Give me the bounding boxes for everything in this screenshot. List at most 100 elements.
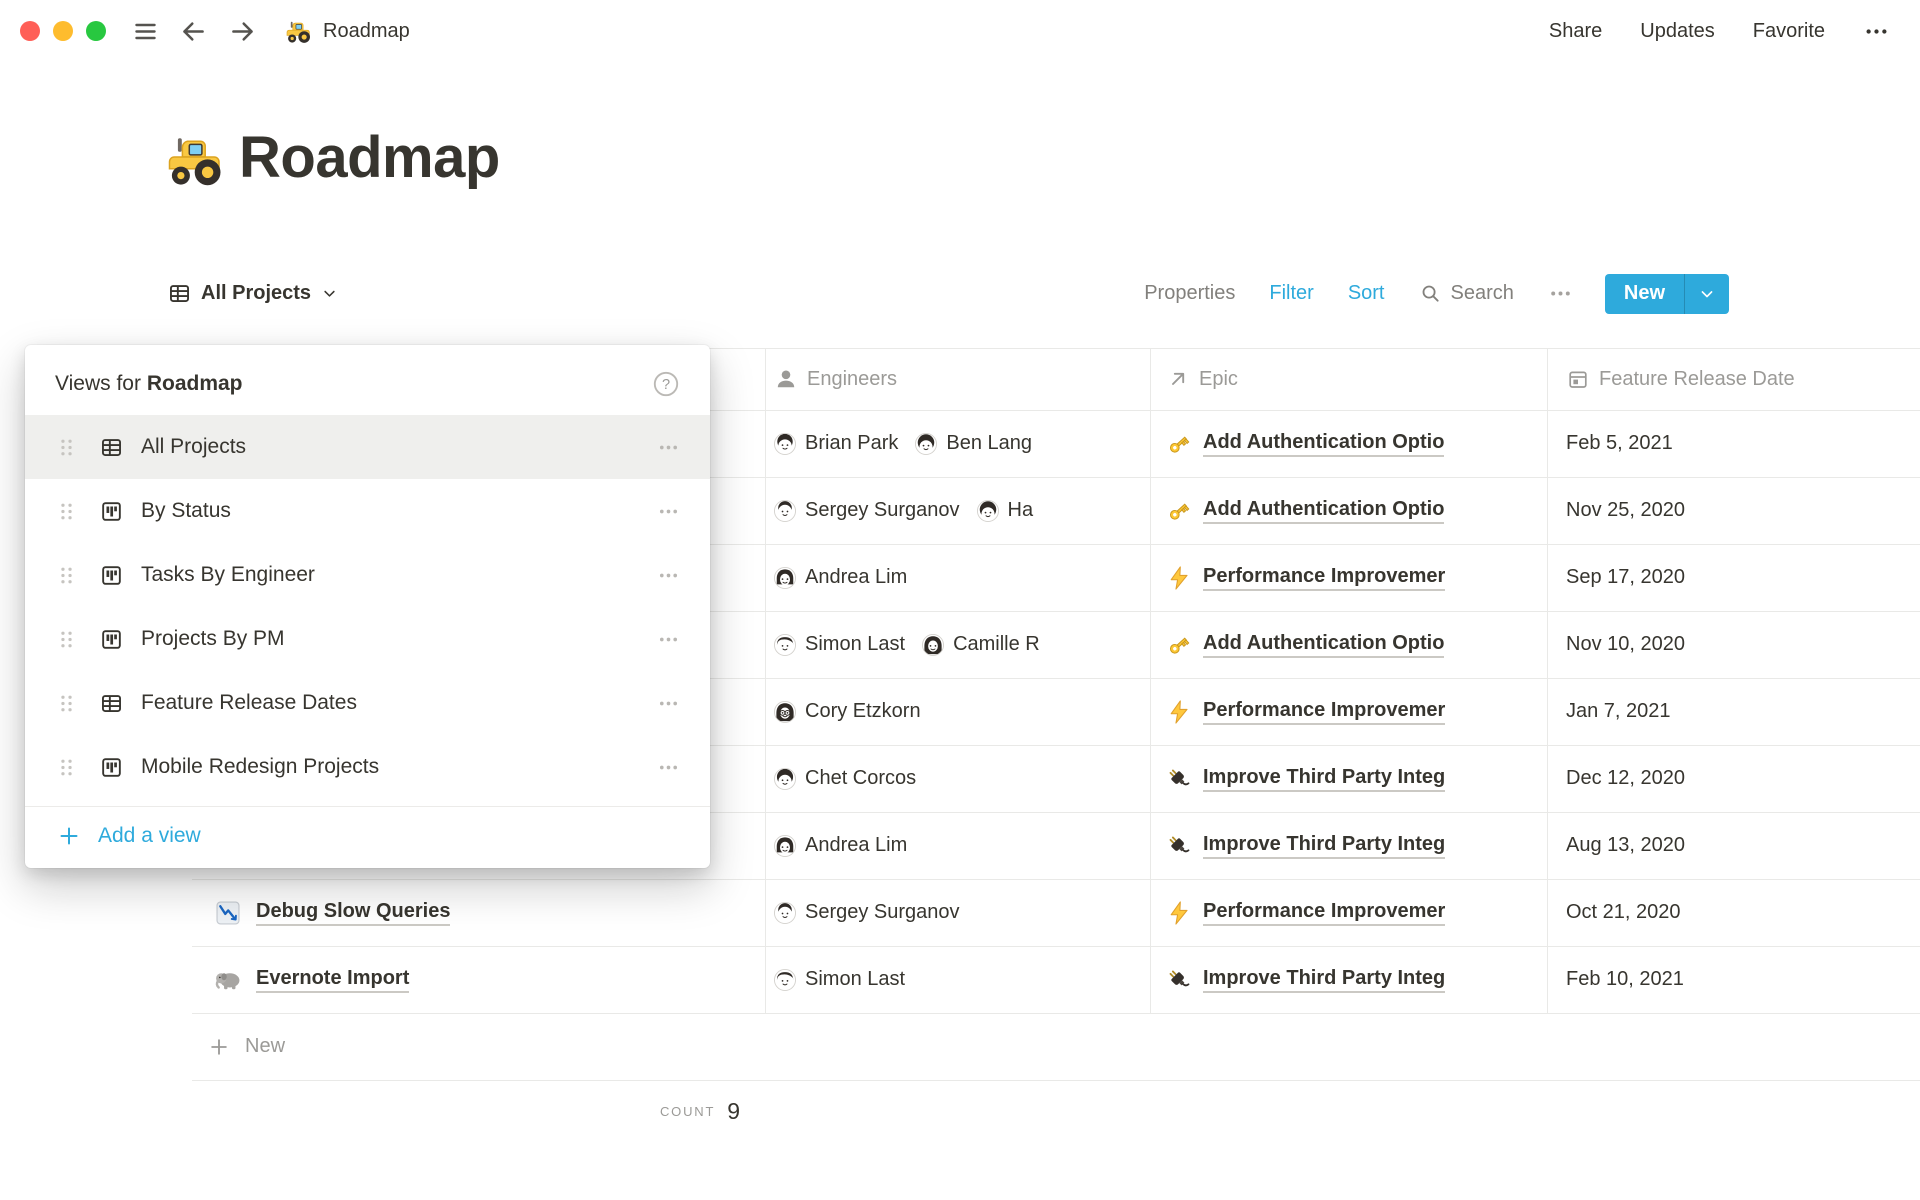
engineers-cell[interactable]: Sergey Surganov bbox=[766, 880, 1151, 946]
epic-link[interactable]: Add Authentication Optio bbox=[1203, 498, 1444, 524]
epic-cell[interactable]: Performance Improvemer bbox=[1151, 545, 1548, 611]
forward-arrow-icon[interactable] bbox=[228, 17, 257, 46]
epic-cell[interactable]: Performance Improvemer bbox=[1151, 679, 1548, 745]
engineer-chip[interactable]: Ben Lang bbox=[915, 432, 1032, 455]
view-item-more-icon[interactable] bbox=[657, 628, 680, 651]
more-options-icon[interactable] bbox=[1863, 18, 1890, 45]
epic-link[interactable]: Performance Improvemer bbox=[1203, 565, 1445, 591]
view-item-more-icon[interactable] bbox=[657, 436, 680, 459]
view-item-projects-by-pm[interactable]: Projects By PM bbox=[25, 607, 710, 671]
epic-cell[interactable]: Improve Third Party Integ bbox=[1151, 947, 1548, 1013]
project-link[interactable]: Evernote Import bbox=[256, 967, 409, 993]
share-button[interactable]: Share bbox=[1549, 20, 1602, 43]
view-switcher[interactable]: All Projects bbox=[167, 281, 339, 306]
date-cell[interactable]: Dec 12, 2020 bbox=[1548, 746, 1920, 812]
epic-link[interactable]: Improve Third Party Integ bbox=[1203, 967, 1445, 993]
engineers-cell[interactable]: Chet Corcos bbox=[766, 746, 1151, 812]
view-item-mobile-redesign-projects[interactable]: Mobile Redesign Projects bbox=[25, 735, 710, 799]
search-button[interactable]: Search bbox=[1419, 282, 1514, 305]
views-list: All ProjectsBy StatusTasks By EngineerPr… bbox=[25, 415, 710, 799]
view-item-more-icon[interactable] bbox=[657, 500, 680, 523]
engineer-chip[interactable]: Camille R bbox=[922, 633, 1040, 656]
epic-link[interactable]: Add Authentication Optio bbox=[1203, 431, 1444, 457]
engineers-cell[interactable]: Brian Park Ben Lang bbox=[766, 411, 1151, 477]
drag-handle-icon[interactable] bbox=[55, 628, 78, 651]
properties-button[interactable]: Properties bbox=[1144, 282, 1235, 305]
epic-link[interactable]: Improve Third Party Integ bbox=[1203, 833, 1445, 859]
engineer-chip[interactable]: Simon Last bbox=[774, 968, 905, 991]
engineers-cell[interactable]: Cory Etzkorn bbox=[766, 679, 1151, 745]
hamburger-menu-icon[interactable] bbox=[132, 18, 159, 45]
view-item-more-icon[interactable] bbox=[657, 564, 680, 587]
view-item-feature-release-dates[interactable]: Feature Release Dates bbox=[25, 671, 710, 735]
page-title[interactable]: Roadmap bbox=[239, 126, 500, 190]
new-row-button[interactable]: New bbox=[192, 1014, 1920, 1081]
date-cell[interactable]: Jan 7, 2021 bbox=[1548, 679, 1920, 745]
filter-button[interactable]: Filter bbox=[1269, 282, 1313, 305]
drag-handle-icon[interactable] bbox=[55, 500, 78, 523]
epic-link[interactable]: Improve Third Party Integ bbox=[1203, 766, 1445, 792]
project-cell[interactable]: Evernote Import bbox=[192, 947, 766, 1013]
engineers-cell[interactable]: Andrea Lim bbox=[766, 545, 1151, 611]
engineers-cell[interactable]: Simon Last Camille R bbox=[766, 612, 1151, 678]
close-window-button[interactable] bbox=[20, 21, 40, 41]
sort-button[interactable]: Sort bbox=[1348, 282, 1385, 305]
date-cell[interactable]: Oct 21, 2020 bbox=[1548, 880, 1920, 946]
add-view-button[interactable]: Add a view bbox=[25, 806, 710, 864]
view-item-tasks-by-engineer[interactable]: Tasks By Engineer bbox=[25, 543, 710, 607]
new-button[interactable]: New bbox=[1605, 274, 1729, 314]
view-item-all-projects[interactable]: All Projects bbox=[25, 415, 710, 479]
question-circle-icon[interactable]: ? bbox=[652, 370, 680, 398]
zoom-window-button[interactable] bbox=[86, 21, 106, 41]
project-link[interactable]: Debug Slow Queries bbox=[256, 900, 450, 926]
project-cell[interactable]: Debug Slow Queries bbox=[192, 880, 766, 946]
date-cell[interactable]: Feb 5, 2021 bbox=[1548, 411, 1920, 477]
column-header-date[interactable]: Feature Release Date bbox=[1548, 349, 1920, 410]
view-item-more-icon[interactable] bbox=[657, 692, 680, 715]
favorite-button[interactable]: Favorite bbox=[1753, 20, 1825, 43]
drag-handle-icon[interactable] bbox=[55, 436, 78, 459]
column-header-engineers[interactable]: Engineers bbox=[766, 349, 1151, 410]
engineer-chip[interactable]: Ha bbox=[977, 499, 1034, 522]
epic-cell[interactable]: Add Authentication Optio bbox=[1151, 478, 1548, 544]
view-item-by-status[interactable]: By Status bbox=[25, 479, 710, 543]
engineer-chip[interactable]: Sergey Surganov bbox=[774, 499, 960, 522]
date-cell[interactable]: Sep 17, 2020 bbox=[1548, 545, 1920, 611]
plus-icon bbox=[57, 824, 81, 848]
epic-link[interactable]: Add Authentication Optio bbox=[1203, 632, 1444, 658]
drag-handle-icon[interactable] bbox=[55, 756, 78, 779]
date-cell[interactable]: Aug 13, 2020 bbox=[1548, 813, 1920, 879]
drag-handle-icon[interactable] bbox=[55, 564, 78, 587]
engineer-chip[interactable]: Simon Last bbox=[774, 633, 905, 656]
toolbar-more-icon[interactable] bbox=[1548, 281, 1573, 306]
minimize-window-button[interactable] bbox=[53, 21, 73, 41]
engineers-cell[interactable]: Simon Last bbox=[766, 947, 1151, 1013]
date-cell[interactable]: Nov 10, 2020 bbox=[1548, 612, 1920, 678]
date-cell[interactable]: Feb 10, 2021 bbox=[1548, 947, 1920, 1013]
engineers-cell[interactable]: Andrea Lim bbox=[766, 813, 1151, 879]
epic-link[interactable]: Performance Improvemer bbox=[1203, 900, 1445, 926]
engineer-chip[interactable]: Cory Etzkorn bbox=[774, 700, 921, 723]
engineers-cell[interactable]: Sergey Surganov Ha bbox=[766, 478, 1151, 544]
epic-cell[interactable]: Add Authentication Optio bbox=[1151, 411, 1548, 477]
epic-cell[interactable]: Performance Improvemer bbox=[1151, 880, 1548, 946]
epic-link[interactable]: Performance Improvemer bbox=[1203, 699, 1445, 725]
epic-cell[interactable]: Add Authentication Optio bbox=[1151, 612, 1548, 678]
updates-button[interactable]: Updates bbox=[1640, 20, 1715, 43]
epic-cell[interactable]: Improve Third Party Integ bbox=[1151, 813, 1548, 879]
view-item-more-icon[interactable] bbox=[657, 756, 680, 779]
column-header-epic[interactable]: Epic bbox=[1151, 349, 1548, 410]
new-button-dropdown[interactable] bbox=[1685, 274, 1729, 314]
engineer-chip[interactable]: Sergey Surganov bbox=[774, 901, 960, 924]
engineer-chip[interactable]: Brian Park bbox=[774, 432, 898, 455]
drag-handle-icon[interactable] bbox=[55, 692, 78, 715]
epic-cell[interactable]: Improve Third Party Integ bbox=[1151, 746, 1548, 812]
engineer-chip[interactable]: Andrea Lim bbox=[774, 834, 907, 857]
back-arrow-icon[interactable] bbox=[179, 17, 208, 46]
date-cell[interactable]: Nov 25, 2020 bbox=[1548, 478, 1920, 544]
count-footer[interactable]: COUNT 9 bbox=[192, 1081, 766, 1143]
engineer-chip[interactable]: Chet Corcos bbox=[774, 767, 916, 790]
breadcrumb[interactable]: Roadmap bbox=[285, 18, 410, 45]
engineer-chip[interactable]: Andrea Lim bbox=[774, 566, 907, 589]
new-button-label[interactable]: New bbox=[1605, 274, 1684, 314]
